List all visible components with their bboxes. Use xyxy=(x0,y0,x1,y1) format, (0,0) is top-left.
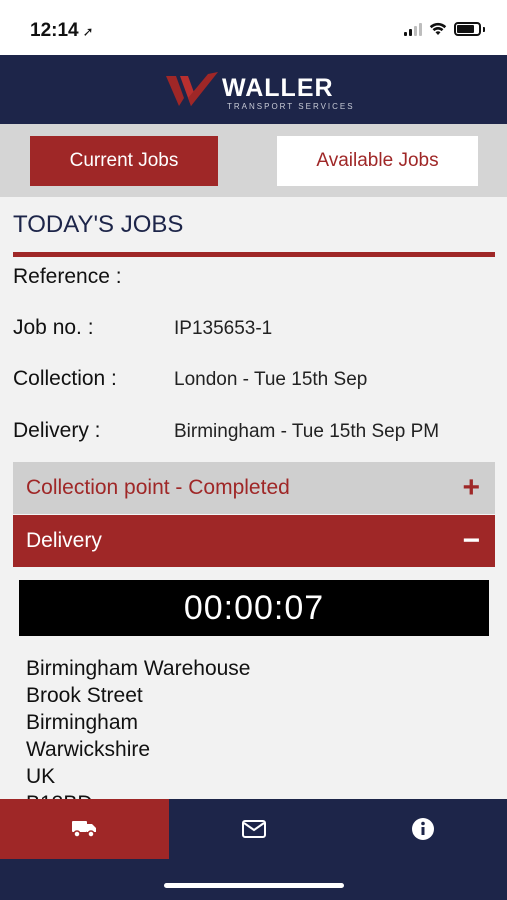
address-line: B13BD xyxy=(26,790,250,799)
job-details: TODAY'S JOBS Reference : Job no. : IP135… xyxy=(0,197,507,799)
detail-row-reference: Reference : xyxy=(13,265,495,295)
collection-label: Collection : xyxy=(13,367,117,390)
truck-icon xyxy=(71,821,96,838)
address-line: Birmingham xyxy=(26,711,139,734)
expand-plus-icon[interactable]: + xyxy=(462,473,480,503)
waller-w-mark-icon xyxy=(166,72,218,106)
tab-current-jobs[interactable]: Current Jobs xyxy=(30,136,218,186)
delivery-address: Birmingham Warehouse Brook Street Birmin… xyxy=(26,655,250,799)
tab-available-jobs[interactable]: Available Jobs xyxy=(277,136,478,186)
brand-tagline: TRANSPORT SERVICES xyxy=(227,102,355,111)
status-time: 12:14 ➚ xyxy=(30,20,94,42)
page-title: TODAY'S JOBS xyxy=(13,211,184,238)
job-no-value: IP135653-1 xyxy=(174,318,273,339)
collection-point-label: Collection point - Completed xyxy=(26,476,290,499)
envelope-icon xyxy=(241,820,266,838)
location-arrow-icon: ➚ xyxy=(82,24,94,39)
cellular-signal-icon xyxy=(404,22,422,36)
clock-time: 12:14 xyxy=(30,20,79,41)
address-line: Warwickshire xyxy=(26,738,151,761)
battery-icon xyxy=(454,22,481,36)
job-no-label: Job no. : xyxy=(13,316,94,339)
status-indicators xyxy=(404,22,485,36)
home-indicator[interactable] xyxy=(164,883,344,888)
collection-value: London - Tue 15th Sep xyxy=(174,369,368,390)
detail-row-delivery: Delivery : Birmingham - Tue 15th Sep PM xyxy=(13,419,495,449)
address-line: Birmingham Warehouse xyxy=(26,657,251,680)
brand-name: WALLER xyxy=(222,74,334,102)
delivery-accordion[interactable]: Delivery − xyxy=(13,515,495,567)
nav-jobs[interactable] xyxy=(0,799,169,859)
app-header: WALLER TRANSPORT SERVICES xyxy=(0,55,507,124)
wifi-icon xyxy=(429,22,447,35)
nav-messages[interactable] xyxy=(169,799,338,859)
reference-label: Reference : xyxy=(13,265,122,288)
battery-tip xyxy=(483,27,485,32)
title-divider xyxy=(13,252,495,257)
collection-point-accordion[interactable]: Collection point - Completed + xyxy=(13,462,495,514)
job-tabs: Current Jobs Available Jobs xyxy=(0,124,507,197)
delivery-label: Delivery : xyxy=(13,419,101,442)
collapse-minus-icon[interactable]: − xyxy=(462,526,480,556)
bottom-navigation xyxy=(0,799,507,900)
delivery-timer: 00:00:07 xyxy=(19,580,489,636)
status-bar: 12:14 ➚ xyxy=(0,0,507,55)
nav-info[interactable] xyxy=(338,799,507,859)
delivery-section-label: Delivery xyxy=(26,529,102,552)
detail-row-collection: Collection : London - Tue 15th Sep xyxy=(13,367,495,397)
delivery-value: Birmingham - Tue 15th Sep PM xyxy=(174,421,440,442)
info-circle-icon xyxy=(411,818,434,840)
address-line: UK xyxy=(26,765,56,788)
address-line: Brook Street xyxy=(26,684,143,707)
detail-row-job-no: Job no. : IP135653-1 xyxy=(13,316,495,346)
waller-logo: WALLER TRANSPORT SERVICES xyxy=(164,66,354,112)
